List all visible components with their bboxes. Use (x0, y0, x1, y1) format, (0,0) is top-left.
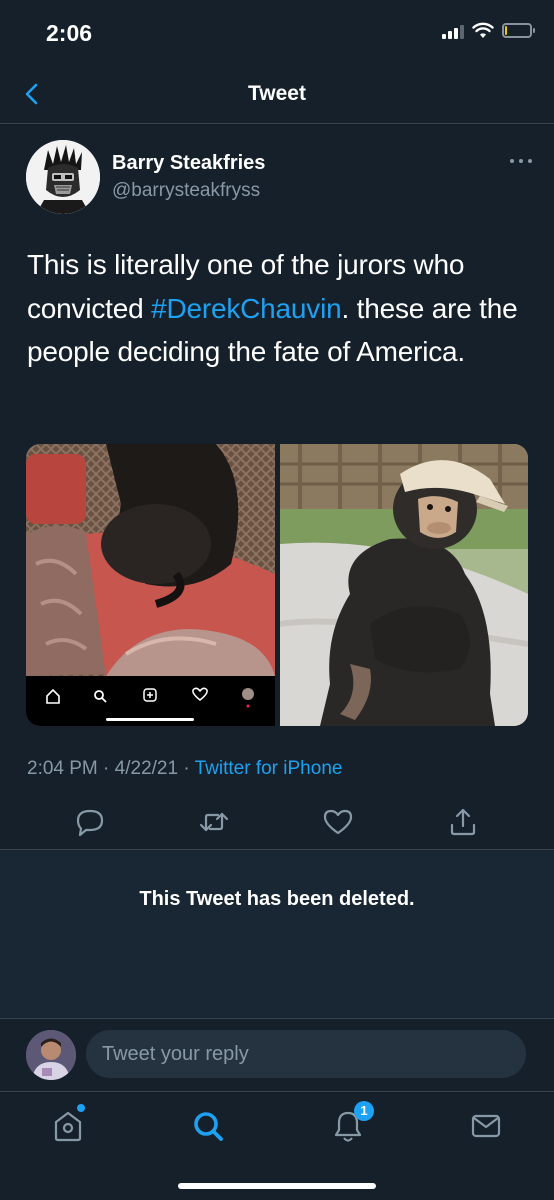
user-avatar[interactable] (26, 1030, 76, 1080)
tweet-author: Barry Steakfries @barrysteakfryss (26, 140, 534, 214)
meta-separator: · (183, 758, 190, 779)
tweet-meta: 2:04 PM · 4/22/21 · Twitter for iPhone (27, 758, 342, 780)
signal-icon (442, 23, 464, 39)
tab-notifications[interactable]: 1 (328, 1101, 374, 1146)
nav-header: Tweet (0, 66, 554, 124)
home-indicator[interactable] (178, 1183, 376, 1189)
messages-icon (471, 1114, 501, 1138)
meta-separator: · (103, 758, 110, 779)
status-icons (442, 22, 535, 39)
photo-chimp-in-cap[interactable] (280, 444, 528, 726)
notifications-badge: 1 (354, 1101, 374, 1121)
tweet-detail-screen: 2:06 Tweet Barry Steakfries @barrysteakf… (0, 0, 554, 1200)
home-new-dot (77, 1104, 85, 1112)
author-handle[interactable]: @barrysteakfryss (112, 180, 260, 202)
status-time: 2:06 (46, 20, 93, 46)
wifi-icon (472, 22, 494, 38)
reply-input[interactable] (86, 1030, 526, 1078)
deleted-tweet-text: This Tweet has been deleted. (139, 888, 415, 910)
more-icon (510, 159, 532, 163)
tab-search[interactable] (188, 1106, 228, 1146)
more-options-button[interactable] (508, 154, 534, 168)
hashtag-link[interactable]: #DerekChauvin (151, 293, 342, 324)
tweet-date: 4/22/21 (114, 758, 179, 779)
reply-button[interactable] (73, 805, 107, 839)
battery-icon (502, 23, 535, 38)
retweet-button[interactable] (197, 805, 231, 839)
tab-home[interactable] (48, 1104, 88, 1146)
status-bar: 2:06 (0, 0, 554, 66)
home-icon (54, 1111, 82, 1142)
author-avatar[interactable] (26, 140, 100, 214)
share-icon (450, 808, 476, 836)
tab-messages[interactable] (466, 1106, 506, 1146)
tweet-time: 2:04 PM (27, 758, 98, 779)
bottom-tab-bar: 1 (0, 1091, 554, 1200)
retweet-icon (199, 812, 229, 832)
photo-chimp-on-couch[interactable] (26, 444, 275, 726)
tweet-text: This is literally one of the jurors who … (27, 243, 532, 374)
reply-icon (76, 809, 104, 837)
share-button[interactable] (446, 805, 480, 839)
reply-bar (0, 1019, 554, 1091)
tweet-source-link[interactable]: Twitter for iPhone (195, 758, 343, 779)
tweet-media (26, 444, 528, 726)
deleted-tweet-notice: This Tweet has been deleted. (0, 850, 554, 1018)
author-name[interactable]: Barry Steakfries (112, 152, 265, 175)
search-icon (194, 1112, 223, 1141)
page-title: Tweet (248, 82, 306, 105)
like-button[interactable] (321, 805, 355, 839)
like-icon (323, 809, 353, 835)
battery-level (505, 26, 507, 35)
tweet-actions (0, 805, 554, 839)
